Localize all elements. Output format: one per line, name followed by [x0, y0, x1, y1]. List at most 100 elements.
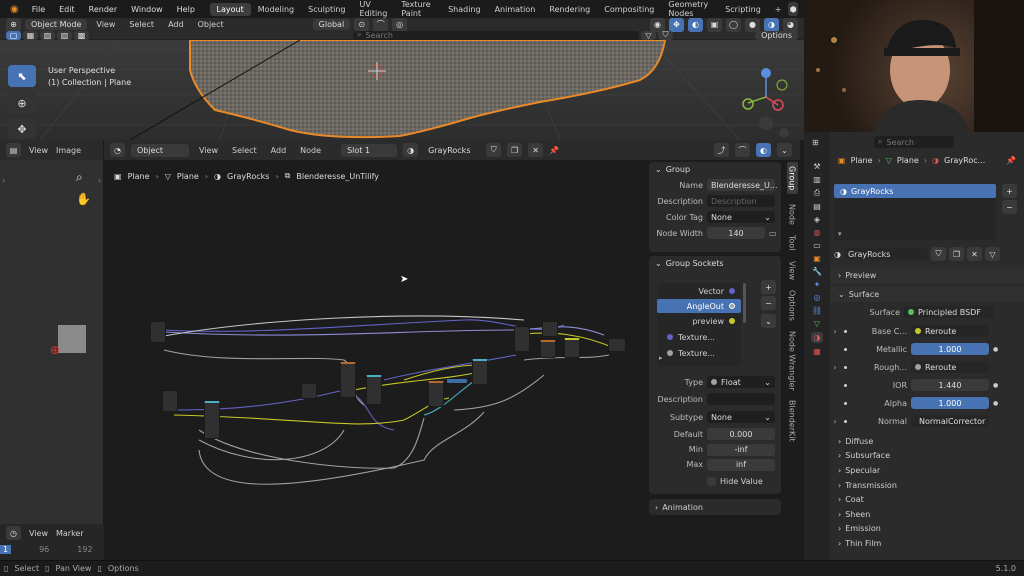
socket-list[interactable]: Vector AngleOut preview Texture... Textu… — [657, 283, 741, 367]
group-name-input[interactable]: Blenderesse_U... — [707, 179, 777, 191]
link-data-icon[interactable]: ▽ — [984, 247, 1000, 261]
node-e[interactable] — [366, 375, 382, 405]
input-socket-icon[interactable] — [844, 365, 847, 369]
node-width-input[interactable]: 140 — [707, 227, 765, 239]
remove-socket-button[interactable]: − — [761, 296, 776, 310]
input-socket-icon[interactable] — [844, 329, 847, 333]
input-socket-icon[interactable] — [844, 383, 847, 387]
hand-icon[interactable]: ✋ — [76, 192, 91, 206]
editor-type-icon[interactable]: ⊕ — [6, 17, 21, 32]
add-workspace-button[interactable]: + — [768, 3, 789, 16]
list-expand-icon[interactable]: ▸ — [659, 354, 663, 362]
bsdf-subsection[interactable]: › Subsurface — [830, 449, 1024, 464]
cursor-tool-icon[interactable]: ⊕ — [8, 92, 36, 114]
current-frame[interactable]: 1 — [0, 544, 12, 554]
surface-section[interactable]: ⌄ Surface — [830, 287, 1024, 302]
texture-tab-icon[interactable]: ▦ — [813, 347, 821, 356]
sockets-collapse-icon[interactable]: ⌄ — [655, 259, 662, 268]
list-expand-icon[interactable]: ▾ — [838, 230, 842, 238]
node-menu-view[interactable]: View — [195, 146, 222, 155]
constraints-tab-icon[interactable]: ⛓ — [812, 306, 822, 315]
shader-type-dropdown[interactable]: Object — [131, 143, 189, 157]
bsdf-input-field[interactable]: 1.440 — [911, 379, 989, 391]
node-d[interactable] — [340, 362, 356, 398]
workspace-tab-modeling[interactable]: Modeling — [251, 3, 301, 16]
keyframe-dot-icon[interactable]: ● — [993, 400, 998, 407]
expand-link-icon[interactable]: › — [830, 363, 840, 372]
xray-icon[interactable]: ▣ — [707, 17, 722, 32]
socket-item[interactable]: Vector — [657, 283, 741, 299]
timeline-menu-view[interactable]: View — [29, 529, 48, 538]
remove-material-slot-button[interactable]: − — [1002, 200, 1017, 214]
unlink-material-icon[interactable]: ✕ — [966, 247, 982, 261]
tab-view[interactable]: View — [788, 261, 797, 280]
add-material-slot-button[interactable]: + — [1002, 184, 1017, 198]
tab-node[interactable]: Node — [788, 204, 797, 225]
overlay-icon[interactable]: ◐ — [688, 17, 703, 32]
node-f[interactable] — [428, 381, 444, 407]
select-intersect-icon[interactable]: ▩ — [74, 30, 89, 40]
node-menu-node[interactable]: Node — [296, 146, 325, 155]
material-shading-icon[interactable]: ◑ — [764, 17, 779, 32]
fake-user-icon[interactable]: ⛉ — [930, 247, 946, 261]
viewport-menu-add[interactable]: Add — [163, 20, 189, 29]
socket-subtype-dropdown[interactable]: None ⌄ — [707, 411, 775, 423]
material-sphere-icon[interactable]: ◑ — [403, 143, 419, 157]
scene-icon[interactable]: ⬢ — [788, 2, 798, 16]
input-socket-icon[interactable] — [844, 419, 847, 423]
pin-icon[interactable]: 📌 — [549, 146, 559, 155]
keyframe-dot-icon[interactable]: ● — [993, 382, 998, 389]
material-slots-list[interactable]: ◑ GrayRocks — [834, 184, 996, 240]
viewport-menu-object[interactable]: Object — [193, 20, 229, 29]
wireframe-shading-icon[interactable]: ◯ — [726, 17, 741, 32]
bsdf-subsection[interactable]: › Thin Film — [830, 536, 1024, 551]
bsdf-input-field[interactable]: Reroute — [911, 325, 989, 337]
preview-section[interactable]: › Preview — [830, 268, 1024, 283]
menu-help[interactable]: Help — [170, 5, 202, 14]
node-a[interactable] — [162, 390, 178, 412]
unlink-material-icon[interactable]: ✕ — [528, 143, 544, 157]
socket-item[interactable]: preview — [657, 313, 741, 329]
node-j[interactable] — [542, 321, 558, 337]
workspace-tab-shading[interactable]: Shading — [441, 3, 488, 16]
socket-max-input[interactable]: inf — [707, 458, 775, 471]
workspace-tab-compositing[interactable]: Compositing — [597, 3, 661, 16]
socket-item[interactable]: Texture... — [657, 329, 741, 345]
workspace-tab-rendering[interactable]: Rendering — [542, 3, 597, 16]
socket-description-input[interactable] — [707, 393, 775, 405]
surface-shader-field[interactable]: Principled BSDF — [904, 306, 994, 318]
group-description-input[interactable]: Description — [707, 195, 775, 207]
material-tab-icon[interactable]: ◑ — [810, 332, 824, 343]
image-menu-view[interactable]: View — [29, 146, 48, 155]
menu-edit[interactable]: Edit — [52, 5, 82, 14]
group-collapse-icon[interactable]: ⌄ — [655, 165, 662, 174]
timeline-panel[interactable]: ◷ View Marker 1 96 192 — [0, 524, 104, 560]
node-editor[interactable]: ◔ Object View Select Add Node Slot 1 ◑ G… — [98, 140, 800, 555]
bsdf-subsection[interactable]: › Diffuse — [830, 434, 1024, 449]
bsdf-subsection[interactable]: › Emission — [830, 522, 1024, 537]
menu-window[interactable]: Window — [124, 5, 170, 14]
fake-user-icon[interactable]: ⛉ — [486, 143, 502, 157]
navigation-gizmo[interactable] — [736, 65, 796, 140]
timeline-type-icon[interactable]: ◷ — [6, 526, 21, 540]
bsdf-input-field[interactable]: 1.000 — [911, 343, 989, 355]
bsdf-input-field[interactable]: Reroute — [911, 361, 989, 373]
tab-options[interactable]: Options — [788, 290, 797, 321]
workspace-tab-animation[interactable]: Animation — [488, 3, 543, 16]
node-group-output[interactable] — [608, 338, 626, 352]
tab-blenderkit[interactable]: BlenderKit — [788, 400, 797, 442]
select-extend-icon[interactable]: ▦ — [23, 30, 38, 40]
timeline-menu-marker[interactable]: Marker — [56, 529, 84, 538]
copy-width-icon[interactable]: ▭ — [769, 229, 777, 238]
tab-tool[interactable]: Tool — [788, 235, 797, 251]
filter-icon[interactable]: ▽ — [641, 30, 656, 40]
bsdf-subsection[interactable]: › Transmission — [830, 478, 1024, 493]
bsdf-input-field[interactable]: NormalCorrector — [911, 415, 989, 427]
socket-item-selected[interactable]: AngleOut — [657, 299, 741, 313]
input-socket-icon[interactable] — [844, 401, 847, 405]
rendered-shading-icon[interactable]: ◕ — [783, 17, 798, 32]
properties-panel[interactable]: ⌕ Search ⊞ ▣ Plane › ▽ Plane › ◑ GrayRoc… — [812, 132, 1024, 560]
animation-panel[interactable]: › Animation — [649, 499, 781, 515]
node-k[interactable] — [540, 340, 556, 358]
workspace-tab-scripting[interactable]: Scripting — [718, 3, 768, 16]
